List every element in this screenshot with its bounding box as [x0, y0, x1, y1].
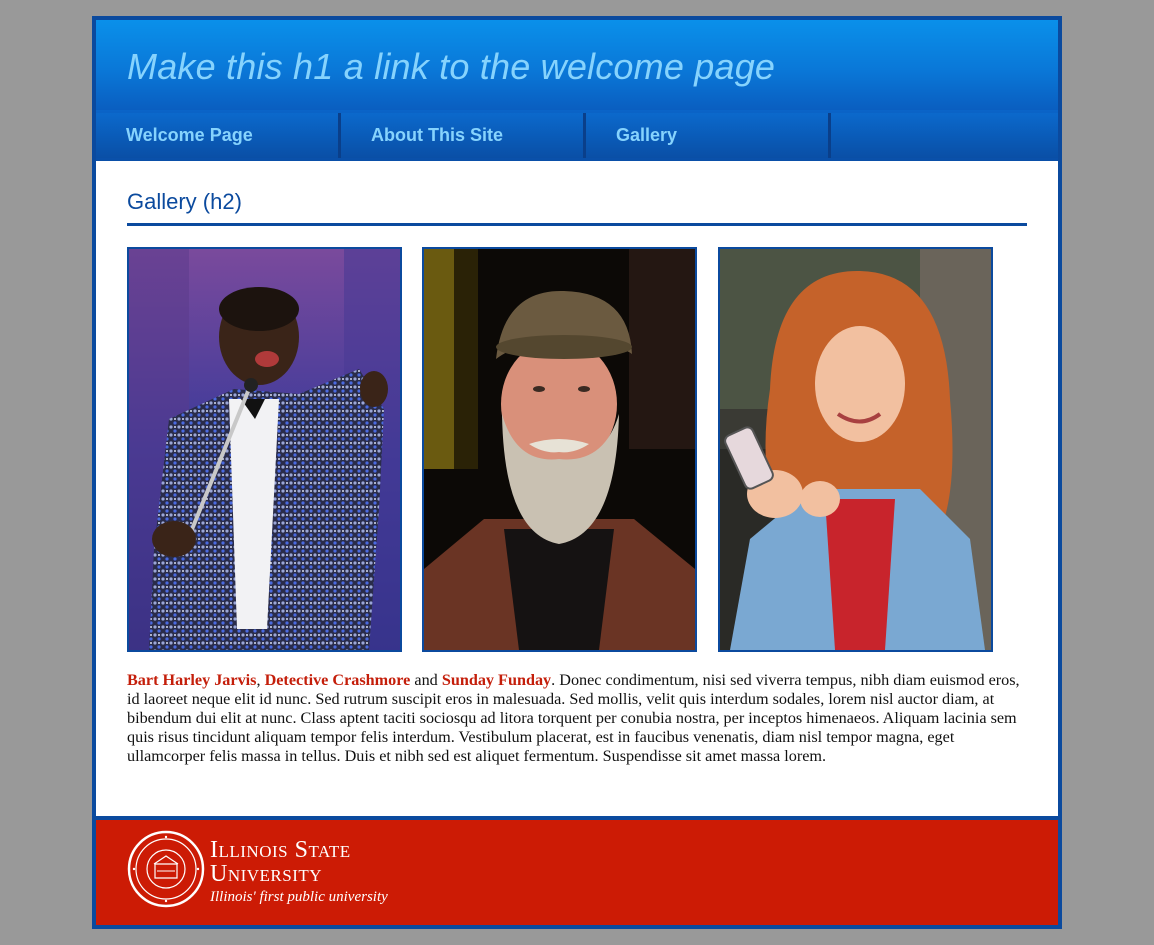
caption-link-bart[interactable]: Bart Harley Jarvis — [127, 671, 256, 689]
caption-link-crashmore[interactable]: Detective Crashmore — [265, 671, 411, 689]
university-tagline: Illinois' first public university — [210, 889, 388, 905]
main-nav: Welcome Page About This Site Gallery — [96, 110, 1058, 161]
bearded-man-illustration — [424, 249, 695, 650]
page-heading: Gallery (h2) — [127, 189, 242, 214]
gallery-caption: Bart Harley Jarvis, Detective Crashmore … — [127, 671, 1032, 766]
nav-link-gallery[interactable]: Gallery — [616, 125, 677, 146]
university-name[interactable]: Illinois State University — [210, 838, 351, 886]
nav-link-welcome[interactable]: Welcome Page — [126, 125, 253, 146]
nav-link-about[interactable]: About This Site — [371, 125, 503, 146]
nav-item-gallery[interactable]: Gallery — [586, 113, 831, 158]
university-name-line2: University — [210, 861, 323, 887]
caption-link-sunday[interactable]: Sunday Funday — [442, 671, 551, 689]
site-header: Make this h1 a link to the welcome page — [96, 20, 1058, 110]
performer-illustration — [129, 249, 400, 650]
gallery-photo-detective-crashmore[interactable] — [422, 247, 697, 652]
nav-item-welcome[interactable]: Welcome Page — [96, 113, 341, 158]
site-footer: Illinois State University Illinois' firs… — [96, 816, 1058, 925]
gallery-photo-sunday-funday[interactable] — [718, 247, 993, 652]
nav-item-about[interactable]: About This Site — [341, 113, 586, 158]
heading-rule — [127, 223, 1027, 226]
university-name-line1: Illinois State — [210, 837, 351, 863]
caption-separator-2: and — [410, 671, 442, 689]
page-frame: Make this h1 a link to the welcome page … — [92, 16, 1062, 929]
main-content: Gallery (h2) Bart Harley Jarvis, Detecti… — [96, 161, 1058, 816]
nav-item-empty — [831, 113, 1058, 158]
gallery-photo-bart-harley-jarvis[interactable] — [127, 247, 402, 652]
site-title-link[interactable]: Make this h1 a link to the welcome page — [127, 46, 775, 87]
caption-separator-1: , — [256, 671, 265, 689]
university-seal-icon — [127, 830, 205, 908]
site-title: Make this h1 a link to the welcome page — [127, 46, 775, 88]
woman-with-phone-illustration — [720, 249, 991, 650]
